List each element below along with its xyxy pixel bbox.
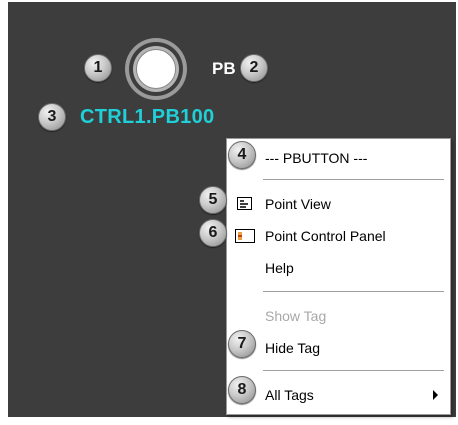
menu-item-point-view[interactable]: Point View <box>265 196 331 212</box>
point-control-panel-icon <box>235 229 255 243</box>
callout-badge-5: 5 <box>199 186 227 214</box>
menu-item-help[interactable]: Help <box>265 260 294 276</box>
callout-badge-7: 7 <box>228 330 256 358</box>
menu-separator <box>263 179 444 181</box>
menu-separator <box>263 370 444 372</box>
pushbutton-bezel <box>133 46 179 92</box>
menu-header-pbutton: --- PBUTTON --- <box>265 150 368 166</box>
pushbutton-ring <box>129 42 183 96</box>
menu-item-all-tags[interactable]: All Tags <box>265 387 314 403</box>
menu-item-show-tag: Show Tag <box>265 308 327 324</box>
submenu-arrow-icon <box>433 390 438 400</box>
callout-badge-8: 8 <box>228 376 256 404</box>
callout-badge-6: 6 <box>199 219 227 247</box>
point-view-icon <box>237 197 252 210</box>
tag-name-label[interactable]: CTRL1.PB100 <box>80 106 214 129</box>
context-menu: --- PBUTTON --- Point View Point Control… <box>226 138 451 415</box>
pushbutton-label: PB <box>212 59 236 78</box>
pushbutton-control[interactable] <box>125 38 187 100</box>
pushbutton-face[interactable] <box>136 49 176 89</box>
callout-badge-4: 4 <box>228 141 256 169</box>
menu-item-point-control-panel[interactable]: Point Control Panel <box>265 228 386 244</box>
callout-badge-2: 2 <box>240 54 268 82</box>
callout-badge-3: 3 <box>38 103 66 131</box>
menu-item-hide-tag[interactable]: Hide Tag <box>265 340 320 356</box>
callout-badge-1: 1 <box>84 54 112 82</box>
menu-separator <box>263 291 444 293</box>
